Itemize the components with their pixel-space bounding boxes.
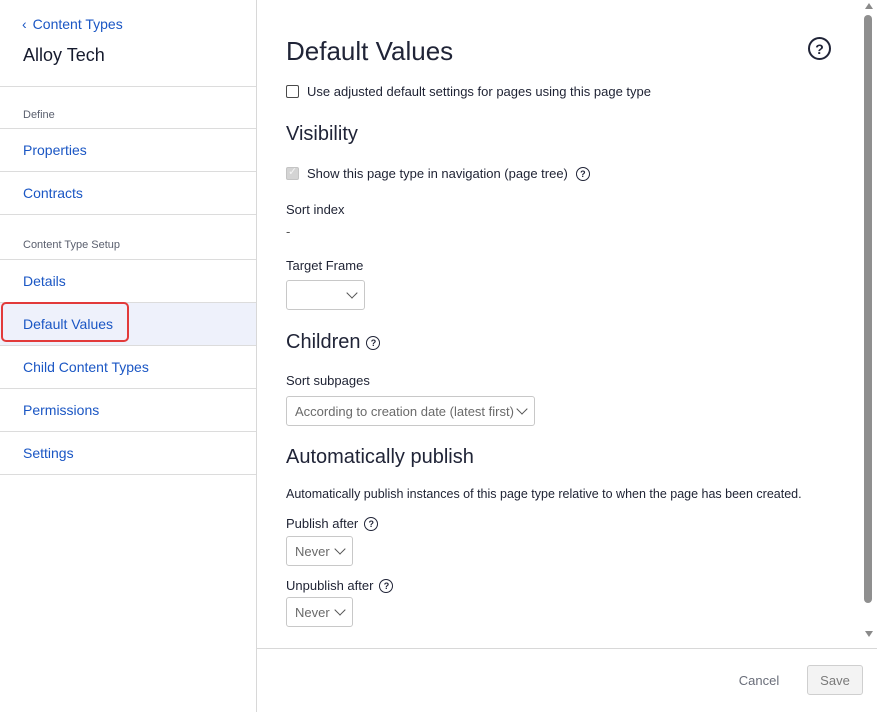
help-icon[interactable]: ? xyxy=(364,516,379,531)
sort-index-label-text: Sort index xyxy=(286,202,345,217)
sidebar-item-default-values[interactable]: Default Values xyxy=(0,303,256,346)
adjusted-defaults-checkbox[interactable] xyxy=(286,85,299,98)
help-icon[interactable]: ? xyxy=(575,166,590,181)
target-frame-select[interactable] xyxy=(286,280,365,310)
children-heading: Children ? xyxy=(286,331,381,354)
sidebar-item-details[interactable]: Details xyxy=(0,260,256,303)
divider xyxy=(0,86,256,87)
unpublish-after-label-text: Unpublish after xyxy=(286,578,374,593)
publish-after-select[interactable]: Never xyxy=(286,536,353,566)
show-in-nav-checkbox[interactable] xyxy=(286,165,299,180)
adjusted-defaults-row: Use adjusted default settings for pages … xyxy=(286,84,651,99)
chevron-down-icon xyxy=(334,604,346,616)
unpublish-after-label: Unpublish after ? xyxy=(286,578,394,593)
back-to-content-types-link[interactable]: ‹ Content Types xyxy=(22,16,123,32)
save-button[interactable]: Save xyxy=(807,665,863,695)
help-icon[interactable]: ? xyxy=(366,335,381,350)
scroll-down-arrow-icon[interactable] xyxy=(865,631,873,637)
sort-subpages-label: Sort subpages xyxy=(286,373,370,388)
footer-bar: Cancel Save xyxy=(257,648,877,712)
auto-publish-description: Automatically publish instances of this … xyxy=(286,487,802,501)
show-in-nav-label: Show this page type in navigation (page … xyxy=(307,166,568,181)
main-panel: Default Values ? Use adjusted default se… xyxy=(257,0,877,712)
sidebar-item-permissions[interactable]: Permissions xyxy=(0,389,256,432)
sidebar-item-settings[interactable]: Settings xyxy=(0,432,256,475)
sidebar-item-child-content-types[interactable]: Child Content Types xyxy=(0,346,256,389)
cancel-button[interactable]: Cancel xyxy=(727,665,791,695)
help-icon[interactable]: ? xyxy=(808,37,831,60)
sort-index-label: Sort index xyxy=(286,202,345,217)
target-frame-label-text: Target Frame xyxy=(286,258,364,273)
sort-subpages-select[interactable]: According to creation date (latest first… xyxy=(286,396,535,426)
publish-after-label-text: Publish after xyxy=(286,516,359,531)
back-link-label: Content Types xyxy=(32,16,123,32)
visibility-heading: Visibility xyxy=(286,123,358,146)
scrollbar-thumb[interactable] xyxy=(864,15,872,603)
vertical-scrollbar[interactable] xyxy=(860,0,877,648)
sort-subpages-value: According to creation date (latest first… xyxy=(295,403,514,419)
publish-after-label: Publish after ? xyxy=(286,516,379,531)
unpublish-after-select[interactable]: Never xyxy=(286,597,353,627)
show-in-nav-row: Show this page type in navigation (page … xyxy=(286,165,590,181)
chevron-down-icon xyxy=(334,543,346,555)
sort-subpages-label-text: Sort subpages xyxy=(286,373,370,388)
adjusted-defaults-label: Use adjusted default settings for pages … xyxy=(307,84,651,99)
sidebar: ‹ Content Types Alloy Tech Define Proper… xyxy=(0,0,257,712)
page-title: Default Values xyxy=(286,36,454,66)
publish-after-value: Never xyxy=(295,543,330,559)
scroll-up-arrow-icon[interactable] xyxy=(865,3,873,9)
help-icon[interactable]: ? xyxy=(379,578,394,593)
chevron-down-icon xyxy=(346,287,358,299)
chevron-down-icon xyxy=(516,403,528,415)
sidebar-item-properties[interactable]: Properties xyxy=(0,129,256,172)
auto-publish-heading-text: Automatically publish xyxy=(286,446,474,468)
sidebar-item-contracts[interactable]: Contracts xyxy=(0,172,256,215)
sort-index-value: - xyxy=(286,224,291,239)
auto-publish-heading: Automatically publish xyxy=(286,446,474,469)
section-label-define: Define xyxy=(23,109,55,121)
content-type-title: Alloy Tech xyxy=(23,45,105,65)
unpublish-after-value: Never xyxy=(295,604,330,620)
visibility-heading-text: Visibility xyxy=(286,123,358,145)
section-label-content-type-setup: Content Type Setup xyxy=(23,239,121,251)
children-heading-text: Children xyxy=(286,331,361,353)
target-frame-label: Target Frame xyxy=(286,258,363,273)
chevron-left-icon: ‹ xyxy=(22,16,27,32)
